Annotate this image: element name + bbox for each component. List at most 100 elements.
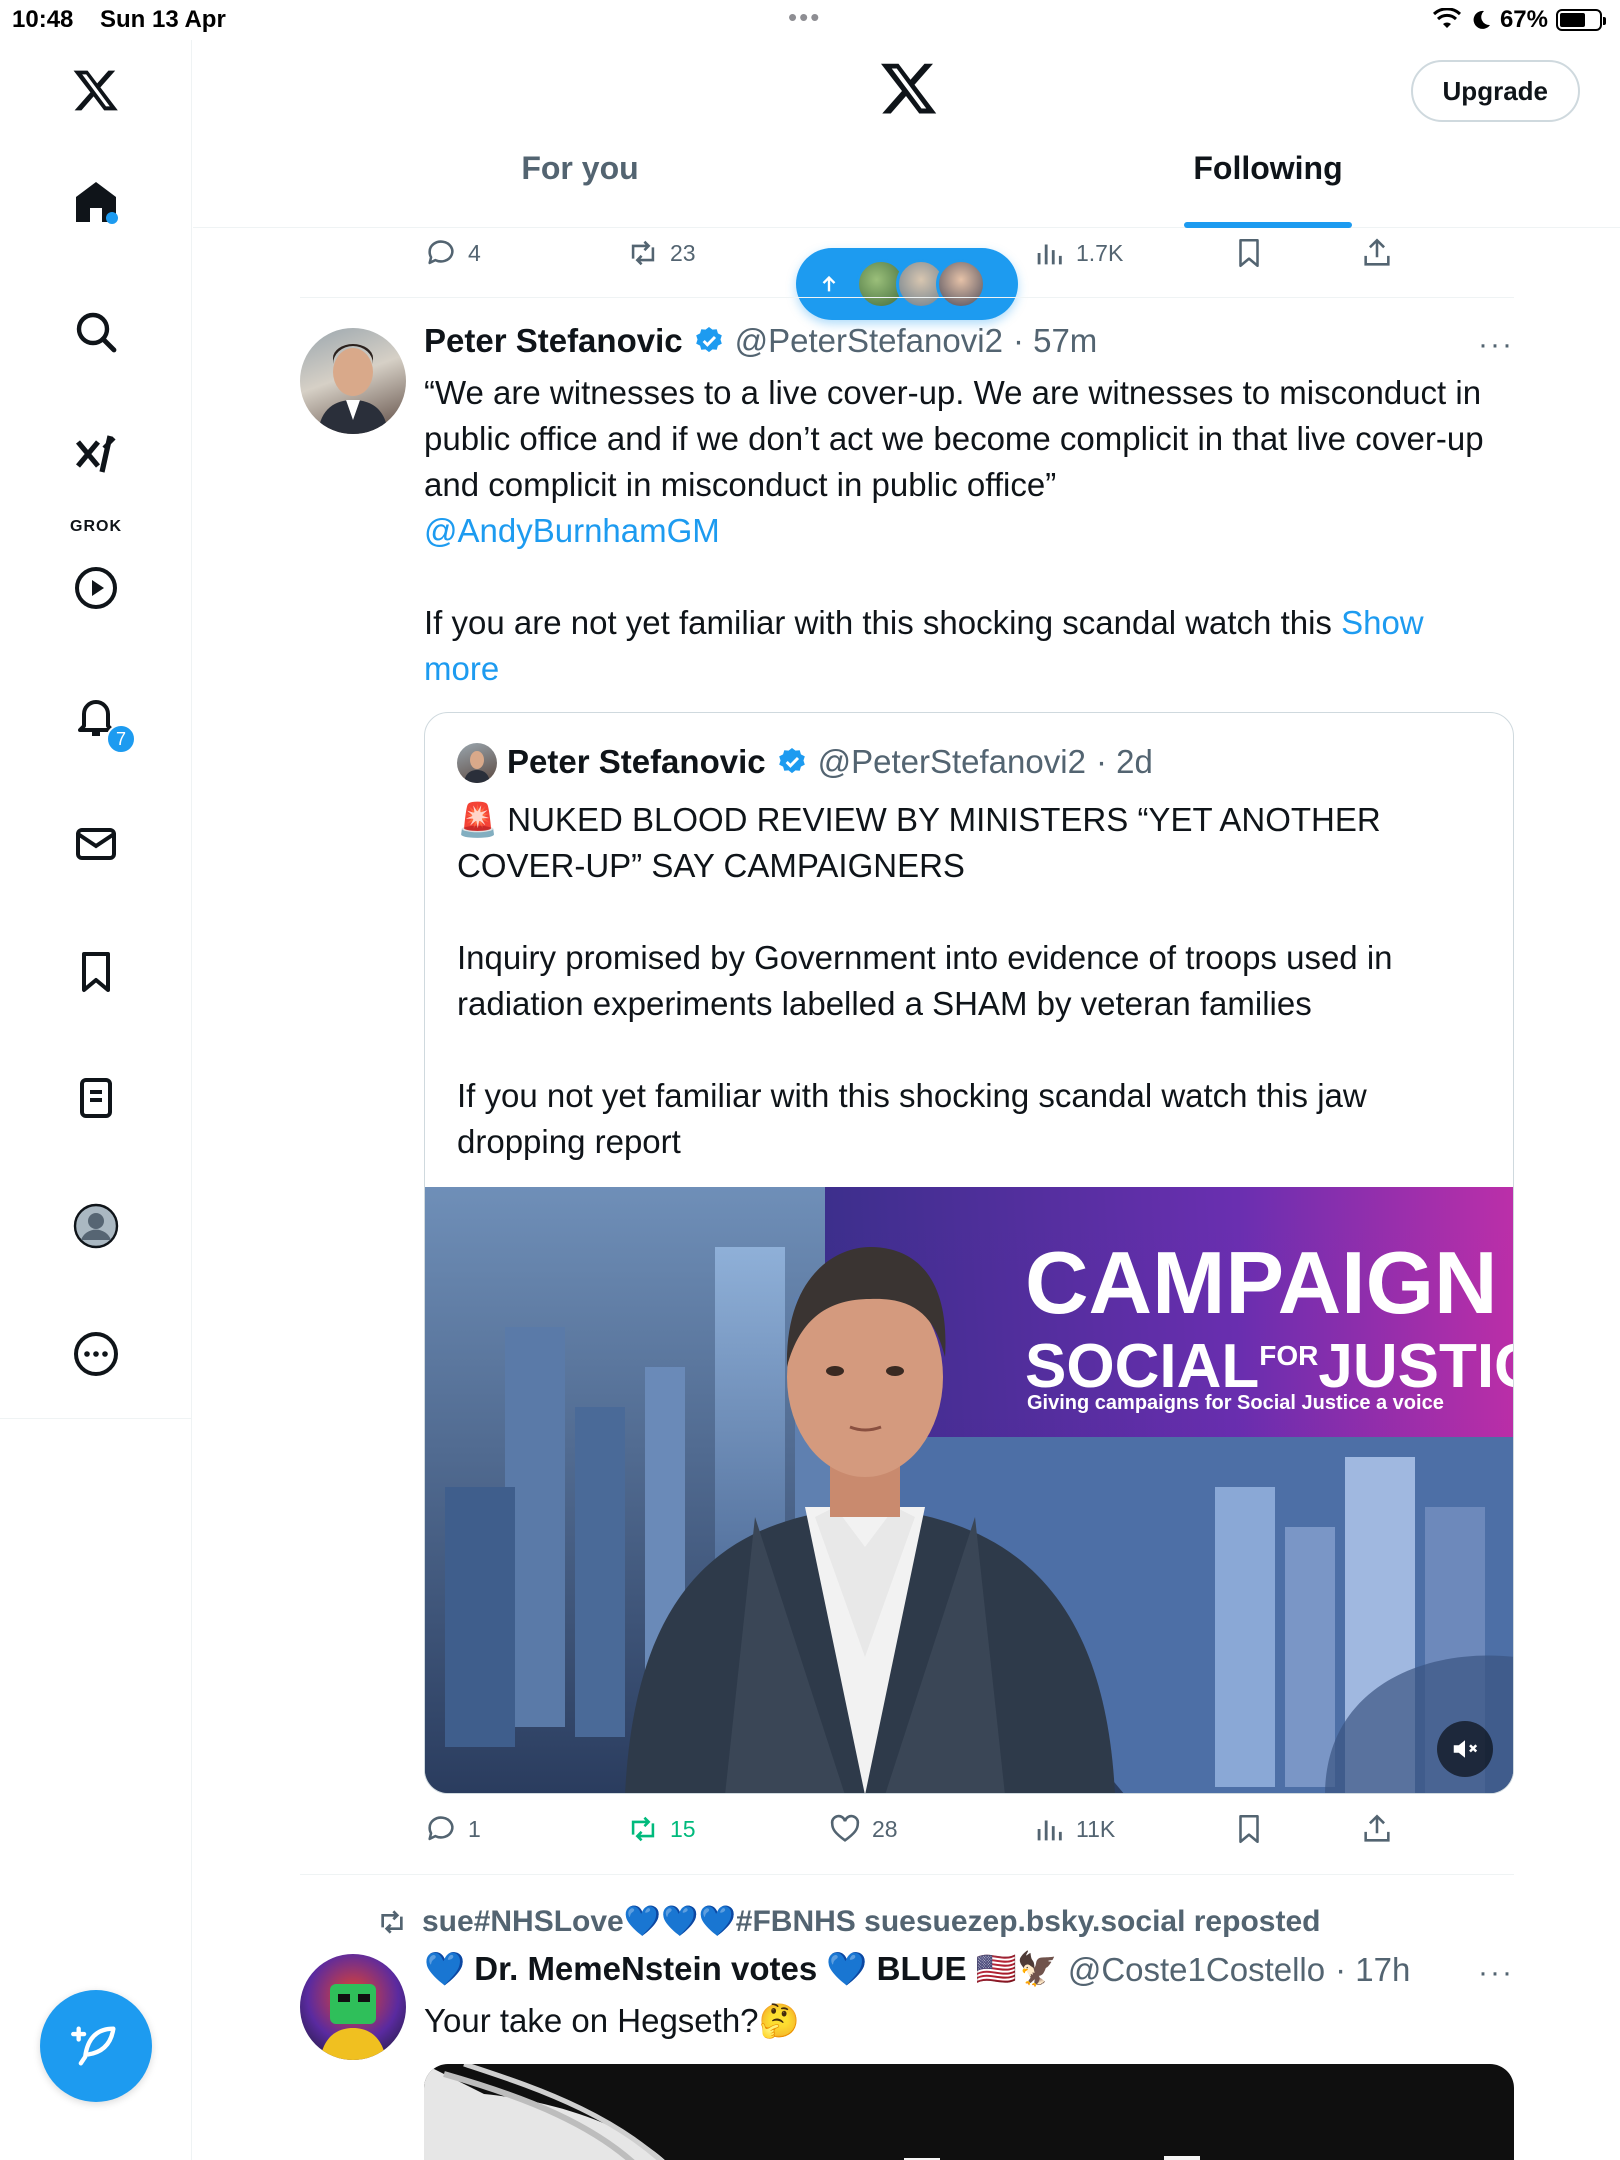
share-button[interactable] <box>1360 236 1394 270</box>
arrow-up-icon <box>822 275 836 292</box>
repost-context[interactable]: sue#NHSLove💙💙💙#FBNHS suesuezep.bsky.soci… <box>376 1904 1320 1939</box>
new-posts-pill[interactable] <box>796 248 1018 320</box>
tweet-divider <box>300 297 1514 298</box>
mention-link[interactable]: @AndyBurnhamGM <box>424 512 720 549</box>
repost-button[interactable]: 23 <box>626 236 696 270</box>
repost-icon <box>381 1909 403 1934</box>
sidebar-item-more[interactable] <box>66 1324 126 1384</box>
views-count: 11K <box>1076 1815 1116 1842</box>
status-time: 10:48 <box>12 6 74 33</box>
battery-percent: 67% <box>1499 6 1548 33</box>
tweet-text-quote: “We are witnesses to a live cover-up. We… <box>424 374 1484 503</box>
sidebar-item-explore[interactable] <box>66 302 126 362</box>
reply-icon <box>428 1816 454 1841</box>
like-button[interactable]: 28 <box>828 1812 898 1846</box>
author-handle[interactable]: @Coste1Costello <box>1068 1951 1325 1989</box>
quoted-tweet-header: Peter Stefanovic @PeterStefanovi2 · 2d <box>507 743 1153 781</box>
share-icon <box>1364 1814 1390 1842</box>
compose-feather-icon <box>71 2026 116 2066</box>
grok-label: GROK <box>70 518 122 535</box>
tweet-image[interactable] <box>424 2064 1514 2160</box>
quoted-author-name: Peter Stefanovic <box>507 743 766 780</box>
sidebar-item-profile[interactable] <box>66 1196 126 1256</box>
tab-following[interactable]: Following <box>1168 150 1368 228</box>
tweet-time[interactable]: · 57m <box>1013 322 1097 360</box>
sidebar-item-lists[interactable] <box>66 1068 126 1128</box>
tweet-more-button[interactable]: ··· <box>1478 1956 1514 1990</box>
sidebar-divider <box>0 1418 192 1419</box>
sidebar-item-video[interactable] <box>66 558 126 618</box>
author-name[interactable]: Peter Stefanovic <box>424 322 683 360</box>
quoted-tweet[interactable]: Peter Stefanovic @PeterStefanovi2 · 2d 🚨… <box>424 712 1514 1794</box>
avatar[interactable] <box>300 1954 406 2060</box>
repost-count: 15 <box>670 1815 696 1842</box>
views-button[interactable]: 11K <box>1032 1812 1115 1846</box>
quoted-paragraph-1: Inquiry promised by Government into evid… <box>457 939 1393 1022</box>
upgrade-button[interactable]: Upgrade <box>1410 60 1580 122</box>
views-button[interactable]: 1.7K <box>1032 236 1123 270</box>
wifi-icon <box>1432 8 1461 28</box>
like-count: 28 <box>872 1815 898 1842</box>
tweet-header: Peter Stefanovic @PeterStefanovi2 · 57m <box>424 322 1097 360</box>
status-bar: 10:48 Sun 13 Apr ••• 67% <box>0 0 1620 40</box>
bookmark-button[interactable] <box>1232 1812 1266 1846</box>
repost-button[interactable]: 15 <box>626 1812 696 1846</box>
repost-icon <box>631 1816 655 1842</box>
tweet-time[interactable]: · 17h <box>1335 1951 1410 1989</box>
quoted-headline: NUKED BLOOD REVIEW BY MINISTERS “YET ANO… <box>457 801 1381 884</box>
sidebar: GROK 7 <box>0 40 192 2160</box>
bookmark-icon <box>82 952 110 992</box>
volume-muted-icon <box>1453 1740 1478 1758</box>
tweet-more-button[interactable]: ··· <box>1478 328 1514 362</box>
multitasking-dots-icon[interactable]: ••• <box>788 2 821 33</box>
video-frame: CAMPAIGN SOCIALFORJUSTICE Giving campaig… <box>425 1187 1514 1793</box>
reply-button[interactable]: 1 <box>424 1812 481 1846</box>
video-title-for: FOR <box>1259 1340 1318 1371</box>
repost-context-label: sue#NHSLove💙💙💙#FBNHS suesuezep.bsky.soci… <box>422 1905 1321 1938</box>
pill-avatar <box>936 259 986 309</box>
x-logo-icon[interactable] <box>66 60 126 120</box>
battery-icon <box>1556 9 1606 31</box>
share-button[interactable] <box>1360 1812 1394 1846</box>
reply-icon <box>428 240 454 265</box>
video-title-social: SOCIAL <box>1025 1332 1259 1401</box>
x-logo-icon <box>881 63 937 114</box>
share-icon <box>1364 238 1390 266</box>
sidebar-item-grok[interactable] <box>66 424 126 484</box>
tweet-text: Your take on Hegseth?🤔 <box>424 2002 800 2039</box>
tab-for-you[interactable]: For you <box>480 150 680 228</box>
tweet-actions: 1 15 28 11K <box>424 1812 1424 1856</box>
repost-count: 23 <box>670 239 696 266</box>
bookmark-icon <box>1239 238 1259 268</box>
sidebar-item-bookmarks[interactable] <box>66 942 126 1002</box>
tweet-header: 💙 Dr. MemeNstein votes 💙 BLUE 🇺🇸🦅 @Coste… <box>424 1950 1410 1989</box>
video-title-justice: JUSTICE <box>1318 1332 1514 1401</box>
compose-button[interactable] <box>40 1990 152 2102</box>
home-unread-dot <box>106 212 118 224</box>
author-name[interactable]: 💙 Dr. MemeNstein votes 💙 BLUE 🇺🇸🦅 <box>424 1950 1058 1989</box>
battery-level <box>1560 13 1586 27</box>
sidebar-item-messages[interactable] <box>66 814 126 874</box>
grok-icon <box>76 435 116 473</box>
quoted-tweet-time: · 2d <box>1095 743 1153 780</box>
profile-avatar-icon <box>73 1203 119 1249</box>
tweet-divider <box>300 1874 1514 1875</box>
author-handle[interactable]: @PeterStefanovi2 <box>735 322 1003 360</box>
bookmark-icon <box>1239 1814 1259 1844</box>
verified-badge-icon <box>778 748 805 774</box>
tweet-text-body: If you are not yet familiar with this sh… <box>424 604 1342 641</box>
siren-emoji: 🚨 <box>457 801 499 838</box>
bookmark-button[interactable] <box>1232 236 1266 270</box>
reply-button[interactable]: 4 <box>424 236 481 270</box>
video-player[interactable]: CAMPAIGN SOCIALFORJUSTICE Giving campaig… <box>425 1187 1514 1793</box>
tab-label: For you <box>521 150 639 186</box>
moon-icon <box>1473 10 1490 29</box>
mute-button[interactable] <box>1437 1721 1493 1777</box>
quoted-paragraph-2: If you not yet familiar with this shocki… <box>457 1077 1367 1160</box>
verified-badge-icon <box>695 327 722 353</box>
avatar[interactable] <box>300 328 406 434</box>
play-icon <box>75 567 117 609</box>
reply-count: 1 <box>468 1815 481 1842</box>
heart-icon <box>830 1814 860 1842</box>
sidebar-item-home[interactable] <box>66 172 126 232</box>
